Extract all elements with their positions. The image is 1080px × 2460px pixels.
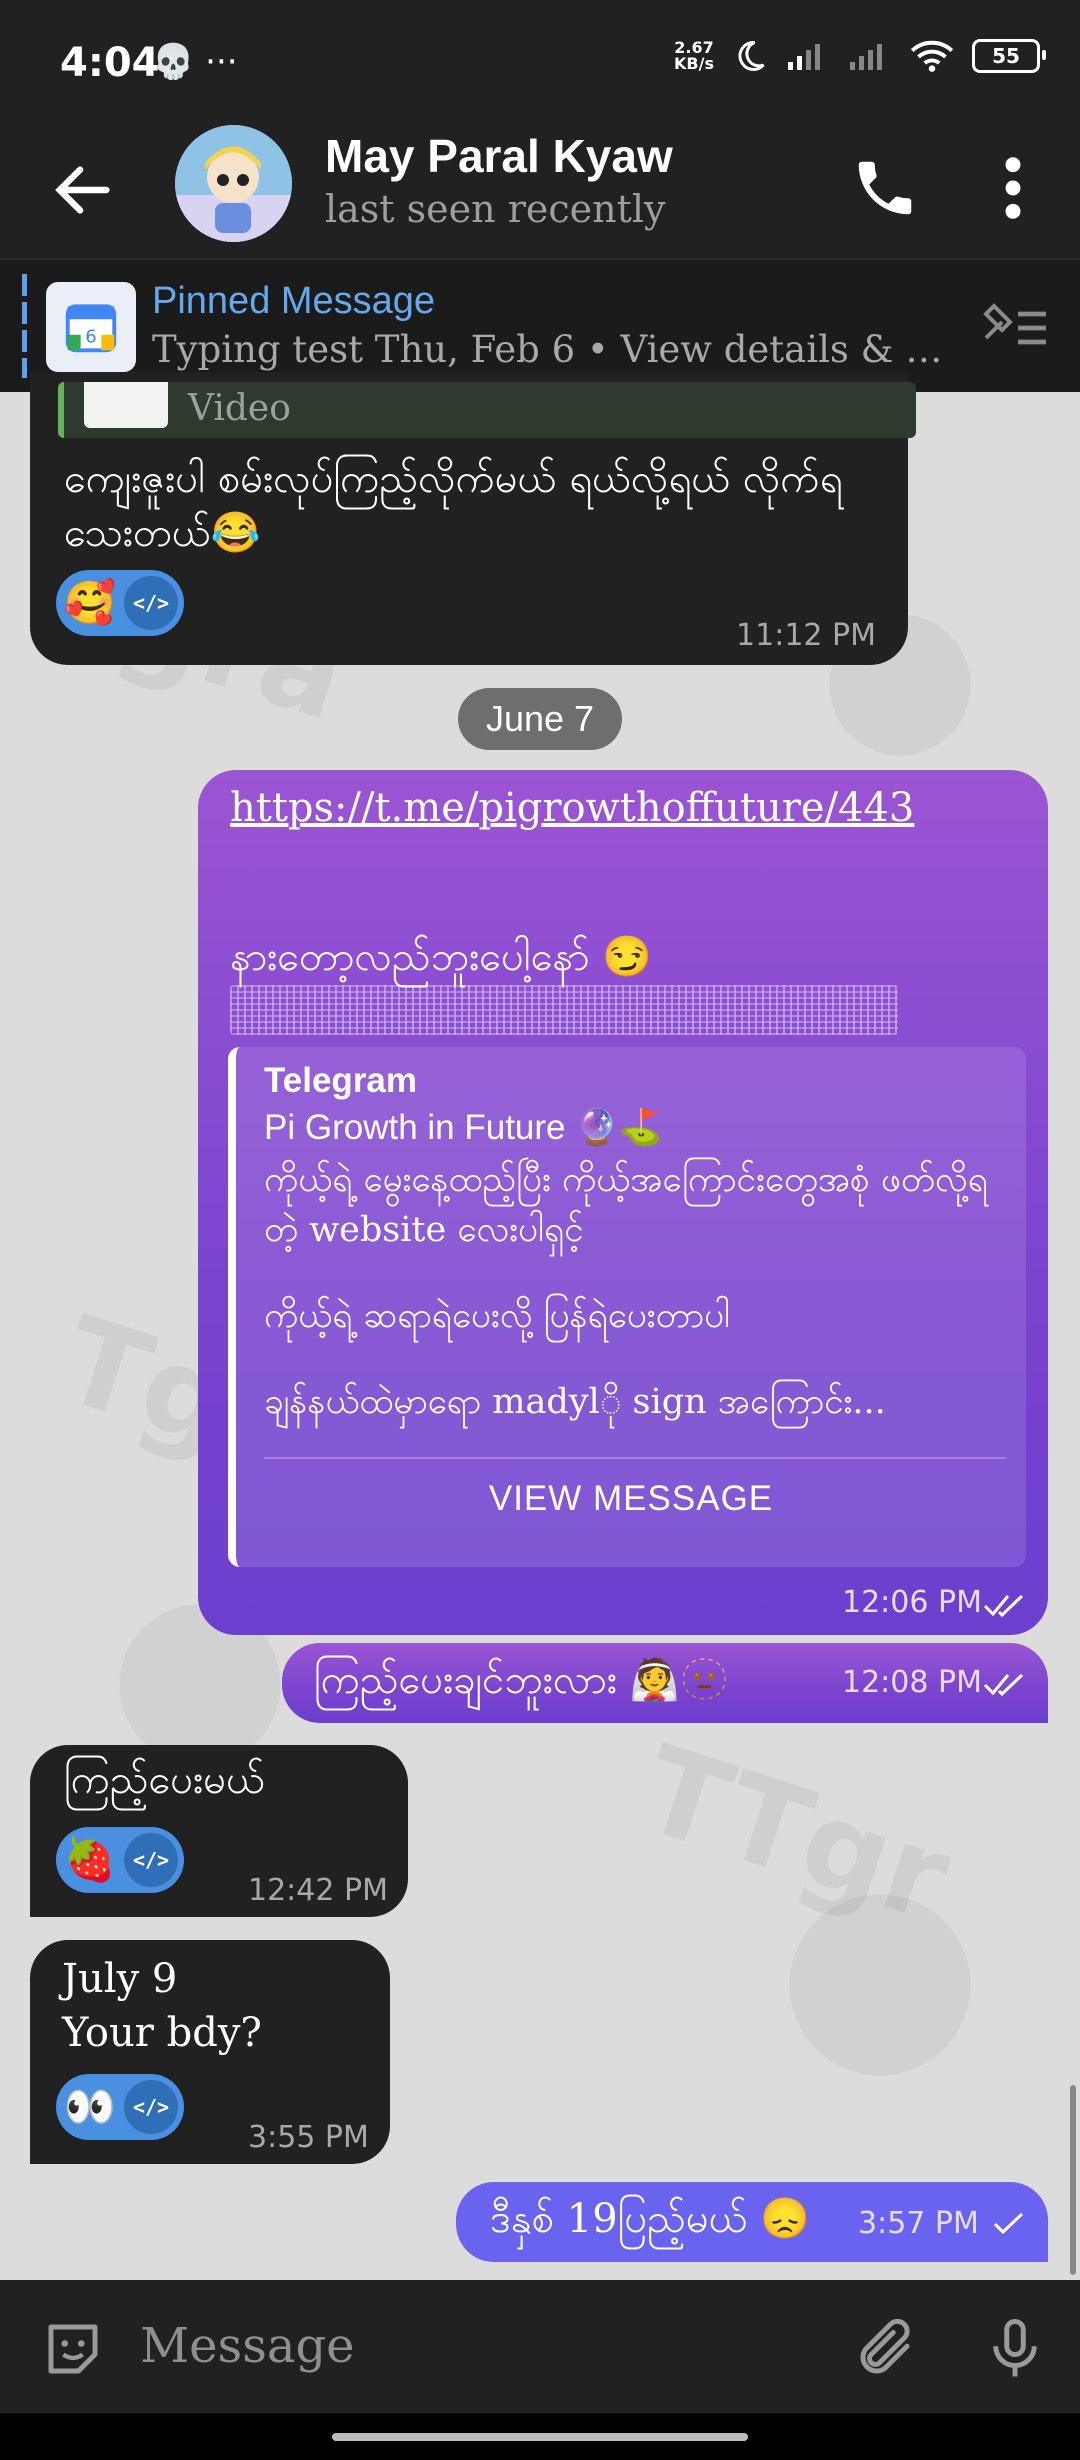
scrollbar[interactable] (1070, 2085, 1076, 2275)
home-indicator[interactable] (332, 2433, 748, 2441)
message-link[interactable]: https://t.me/pigrowthoffuture/443 (230, 785, 914, 831)
message-input[interactable] (138, 2310, 762, 2382)
preview-title: Pi Growth in Future 🔮⛳ (264, 1108, 663, 1147)
wifi-icon (910, 40, 954, 72)
video-thumbnail (84, 382, 168, 428)
microphone-icon[interactable] (982, 2316, 1048, 2382)
message-time: 12:42 PM (248, 1873, 388, 1908)
message-text: ဒီနှစ် 19ပြည့်မယ် 😞 (490, 2196, 811, 2242)
background-doodle: TTgr (626, 1720, 966, 1949)
reactions[interactable]: 👀 </> (56, 2074, 184, 2140)
notification-icons: 💀 ··· (152, 42, 238, 82)
avatar[interactable] (175, 125, 292, 242)
status-time: 4:04 (60, 40, 160, 86)
pinned-text: Typing test Thu, Feb 6 • View details & … (152, 328, 962, 371)
incoming-message[interactable]: Video ကျေးဇူးပါ စမ်းလုပ်ကြည့်လိုက်မယ် ရယ… (30, 372, 916, 665)
message-text: ကြည့်ပေးချင်ဘူးလား 👰🫥 (314, 1657, 730, 1703)
battery-indicator: 55 (972, 39, 1046, 73)
message-text: ကြည့်ပေးမယ် (64, 1757, 265, 1803)
status-right: 2.67 KB/s 55 (674, 38, 1046, 74)
pinned-list-icon[interactable] (978, 298, 1050, 358)
paperclip-icon[interactable] (852, 2316, 918, 2382)
svg-text:6: 6 (85, 327, 97, 348)
reply-attachment[interactable]: Video (58, 382, 916, 438)
spoiler-text[interactable] (230, 985, 898, 1035)
contact-name[interactable]: May Paral Kyaw (325, 129, 673, 183)
sticker-emoji-icon[interactable] (40, 2316, 106, 2382)
message-composer (0, 2280, 1080, 2413)
view-message-button[interactable]: VIEW MESSAGE (236, 1479, 1026, 1519)
message-text: နားတော့လည်ဘူးပေါ့နော် 😏 (230, 934, 653, 980)
reactions[interactable]: 🥰 </> (56, 570, 184, 636)
attachment-label: Video (188, 388, 291, 429)
preview-divider (264, 1457, 1006, 1459)
double-check-icon (983, 1594, 1024, 1618)
reaction-emoji[interactable]: 👀 (62, 2079, 118, 2135)
message-text: ကျေးဇူးပါ စမ်းလုပ်ကြည့်လိုက်မယ် ရယ်လို့ရ… (64, 456, 843, 556)
message-time: 3:55 PM (248, 2120, 369, 2155)
pinned-title: Pinned Message (152, 280, 436, 322)
reaction-emoji[interactable]: 🥰 (62, 575, 118, 631)
message-time: 12:06 PM (842, 1585, 982, 1620)
calendar-icon: 6 (46, 282, 136, 372)
moon-icon (738, 40, 765, 71)
link-preview[interactable]: Telegram Pi Growth in Future 🔮⛳ ကိုယ့်ရဲ… (228, 1047, 1026, 1567)
back-arrow-icon[interactable] (48, 155, 118, 225)
status-bar: 4:04 💀 ··· 2.67 KB/s 55 (0, 0, 1080, 125)
pinned-indicator (22, 274, 27, 378)
message-text: July 9 Your bdy? (62, 1956, 262, 2056)
chat-header: May Paral Kyaw last seen recently (0, 125, 1080, 258)
preview-site: Telegram (264, 1061, 418, 1100)
check-icon (993, 2212, 1024, 2235)
double-check-icon (983, 1673, 1024, 1697)
incoming-message[interactable]: ကြည့်ပေးမယ် 🍓 </> 12:42 PM (30, 1745, 408, 1917)
network-speed: 2.67 KB/s (674, 38, 714, 73)
phone-icon[interactable] (850, 153, 920, 223)
preview-description: ကိုယ့်ရဲ့ မွေးနေ့ထည့်ပြီး ကိုယ့်အကြောင်း… (264, 1160, 988, 1422)
last-seen-status: last seen recently (325, 187, 666, 231)
more-vertical-icon[interactable] (988, 153, 1038, 223)
incoming-message[interactable]: July 9 Your bdy? 👀 </> 3:55 PM (30, 1940, 390, 2164)
outgoing-message[interactable]: ကြည့်ပေးချင်ဘူးလား 👰🫥 12:08 PM (282, 1643, 1048, 1723)
reaction-avatar: </> (124, 576, 178, 630)
signal-off-icon (850, 44, 882, 70)
reaction-emoji[interactable]: 🍓 (62, 1832, 118, 1888)
date-divider: June 7 (458, 688, 622, 750)
message-time: 11:12 PM (736, 618, 876, 653)
message-time: 12:08 PM (842, 1665, 982, 1700)
system-nav-bar (0, 2413, 1080, 2460)
reaction-avatar: </> (124, 1833, 178, 1887)
reactions[interactable]: 🍓 </> (56, 1827, 184, 1893)
signal-icon (788, 44, 820, 70)
outgoing-message[interactable]: ဒီနှစ် 19ပြည့်မယ် 😞 3:57 PM (456, 2182, 1048, 2262)
message-time: 3:57 PM (858, 2206, 979, 2241)
reaction-avatar: </> (124, 2080, 178, 2134)
